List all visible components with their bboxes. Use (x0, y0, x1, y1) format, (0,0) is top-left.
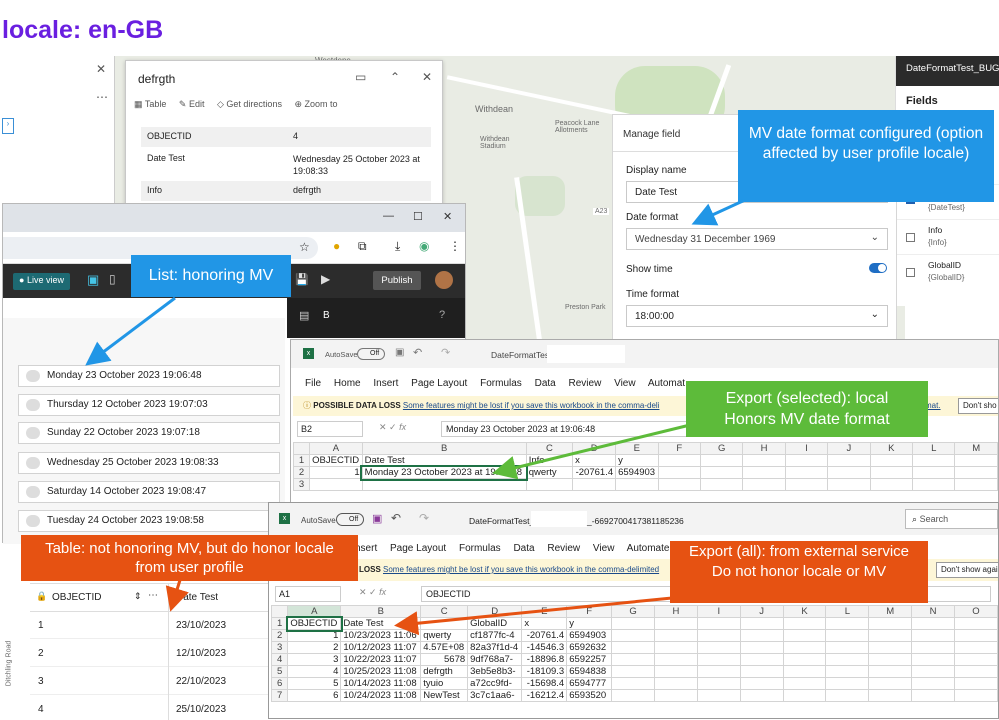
arrow (85, 296, 176, 366)
arrow (165, 579, 189, 612)
arrow (691, 198, 746, 226)
arrow-layer (85, 198, 746, 636)
arrow (492, 423, 691, 480)
arrow (394, 596, 673, 636)
